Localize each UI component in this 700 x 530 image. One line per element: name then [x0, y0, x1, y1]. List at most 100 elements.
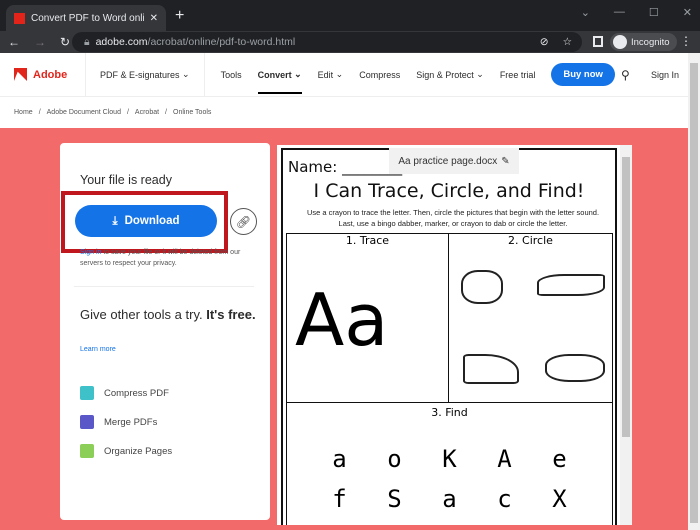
adobe-logo[interactable]: Adobe: [0, 53, 86, 96]
nav-sign-protect[interactable]: Sign & Protect ⌄: [416, 53, 484, 96]
nav-edit-label: Edit: [317, 69, 334, 80]
pdf-esign-label: PDF & E-signatures: [100, 69, 180, 80]
preview-scrollbar[interactable]: [620, 145, 632, 525]
reload-button[interactable]: ↻: [60, 35, 70, 49]
nav-compress[interactable]: Compress: [359, 53, 400, 96]
worksheet-title: I Can Trace, Circle, and Find!: [313, 180, 585, 202]
tracking-eye-off-icon[interactable]: ⊘: [540, 36, 549, 48]
ant-picture: [545, 354, 605, 382]
tab-search-icon[interactable]: ⌄: [581, 6, 590, 19]
close-window-button[interactable]: ✕: [683, 6, 692, 19]
filename-chip[interactable]: Aa practice page.docx ✎: [389, 148, 519, 174]
compress-icon: [80, 386, 94, 400]
close-tab-icon[interactable]: ✕: [150, 13, 158, 24]
tool-merge-pdfs[interactable]: Merge PDFs: [80, 415, 157, 429]
file-ready-heading: Your file is ready: [80, 173, 172, 187]
lock-icon: 🔒︎: [84, 35, 90, 48]
tool-label: Organize Pages: [104, 445, 173, 457]
letters-row-2: f Sa c X: [287, 485, 612, 513]
link-icon: 🔗︎: [235, 214, 252, 229]
buy-now-button[interactable]: Buy now: [551, 63, 615, 86]
alligator-picture: [537, 274, 605, 296]
privacy-text: to save your file or it will be deleted …: [80, 249, 241, 267]
nav-convert-label: Convert: [257, 69, 292, 80]
bookmark-star-icon[interactable]: ☆: [563, 36, 572, 48]
pencil-edit-icon[interactable]: ✎: [501, 156, 509, 167]
merge-icon: [80, 415, 94, 429]
tool-label: Compress PDF: [104, 387, 169, 399]
side-panel-icon[interactable]: [593, 36, 603, 47]
crumb-acrobat[interactable]: Acrobat: [135, 109, 159, 116]
filename: Aa practice page.docx: [398, 155, 498, 167]
find-cell: 3. Find a o K Ae f Sa c X: [286, 402, 613, 525]
nav-edit[interactable]: Edit ⌄: [318, 53, 344, 96]
sign-in-link-inline[interactable]: Sign in: [80, 249, 101, 256]
site-nav: Adobe PDF & E-signatures ⌄ Tools Convert…: [0, 53, 688, 97]
address-bar-row: ← → ↻ 🔒︎ adobe.com/acrobat/online/pdf-to-wo…: [0, 31, 700, 53]
letter: a: [332, 445, 347, 473]
crumb-document-cloud[interactable]: Adobe Document Cloud: [47, 109, 121, 116]
letter: c: [497, 485, 512, 513]
breadcrumb: Home / Adobe Document Cloud / Acrobat / Online…: [0, 97, 688, 128]
profile-label: Incognito: [631, 36, 670, 48]
other-tools-heading: Give other tools a try. It's free.: [80, 305, 260, 324]
find-label: 3. Find: [431, 406, 468, 419]
nav-convert[interactable]: Convert ⌄: [257, 53, 302, 96]
nav-free-trial[interactable]: Free trial: [500, 53, 536, 96]
letter: e: [552, 445, 567, 473]
crumb-home[interactable]: Home: [14, 109, 33, 116]
browser-tab[interactable]: Convert PDF to Word online for f ✕: [6, 5, 166, 31]
nav-sign-label: Sign & Protect: [416, 69, 474, 80]
forward-button[interactable]: →: [34, 35, 46, 49]
maximize-button[interactable]: ☐: [649, 6, 659, 19]
free-text: It's free.: [206, 307, 256, 322]
letter: a: [442, 485, 457, 513]
download-label: Download: [124, 215, 180, 227]
letter: X: [552, 485, 567, 513]
url-path: /acrobat/online/pdf-to-word.html: [147, 36, 296, 48]
adobe-logo-icon: [14, 68, 27, 81]
new-tab-button[interactable]: +: [175, 7, 184, 25]
url-input[interactable]: 🔒︎ adobe.com/acrobat/online/pdf-to-word.h…: [72, 32, 582, 52]
letter: K: [442, 445, 457, 473]
minimize-button[interactable]: —: [614, 6, 625, 19]
pdf-esign-menu[interactable]: PDF & E-signatures ⌄: [86, 53, 205, 96]
letter: A: [497, 445, 512, 473]
tab-title: Convert PDF to Word online for f: [31, 12, 144, 24]
letter: f: [332, 485, 347, 513]
incognito-icon: [613, 35, 627, 49]
sign-in-link[interactable]: Sign In: [651, 70, 679, 80]
back-button[interactable]: ←: [8, 35, 20, 49]
share-link-button[interactable]: 🔗︎: [230, 208, 257, 235]
divider: [74, 286, 254, 287]
download-icon: ⤓: [112, 214, 118, 227]
result-panel: Your file is ready ⤓ Download 🔗︎ Sign in …: [60, 143, 270, 520]
worksheet-instructions: Use a crayon to trace the letter. Then, …: [306, 208, 600, 228]
letter: o: [387, 445, 402, 473]
worksheet-page: Name: ________ I Can Trace, Circle, and …: [281, 148, 617, 525]
pie-picture: [463, 354, 519, 384]
incognito-badge[interactable]: Incognito: [610, 33, 677, 51]
letters-row-1: a o K Ae: [287, 445, 612, 473]
download-button[interactable]: ⤓ Download: [75, 205, 217, 237]
tool-organize-pages[interactable]: Organize Pages: [80, 444, 172, 458]
nav-tools[interactable]: Tools: [221, 53, 242, 96]
organize-icon: [80, 444, 94, 458]
trace-label: 1. Trace: [345, 234, 390, 247]
brand-name: Adobe: [33, 68, 68, 81]
tool-label: Merge PDFs: [104, 416, 158, 428]
learn-more-link[interactable]: Learn more: [80, 346, 116, 353]
search-icon[interactable]: ⚲: [621, 68, 630, 82]
donut-picture: [461, 270, 503, 304]
adobe-favicon-icon: [14, 12, 25, 24]
circle-cell: 2. Circle: [448, 233, 613, 403]
trace-cell: 1. Trace Aa: [286, 233, 449, 403]
tool-compress-pdf[interactable]: Compress PDF: [80, 386, 169, 400]
document-preview[interactable]: Name: ________ I Can Trace, Circle, and …: [277, 145, 632, 525]
letter: S: [387, 485, 402, 513]
page-scrollbar[interactable]: [688, 53, 700, 530]
crumb-online-tools[interactable]: Online Tools: [173, 109, 211, 116]
circle-label: 2. Circle: [508, 234, 553, 247]
menu-kebab-icon[interactable]: ⋮: [680, 34, 692, 48]
trace-letters: Aa: [295, 278, 389, 362]
